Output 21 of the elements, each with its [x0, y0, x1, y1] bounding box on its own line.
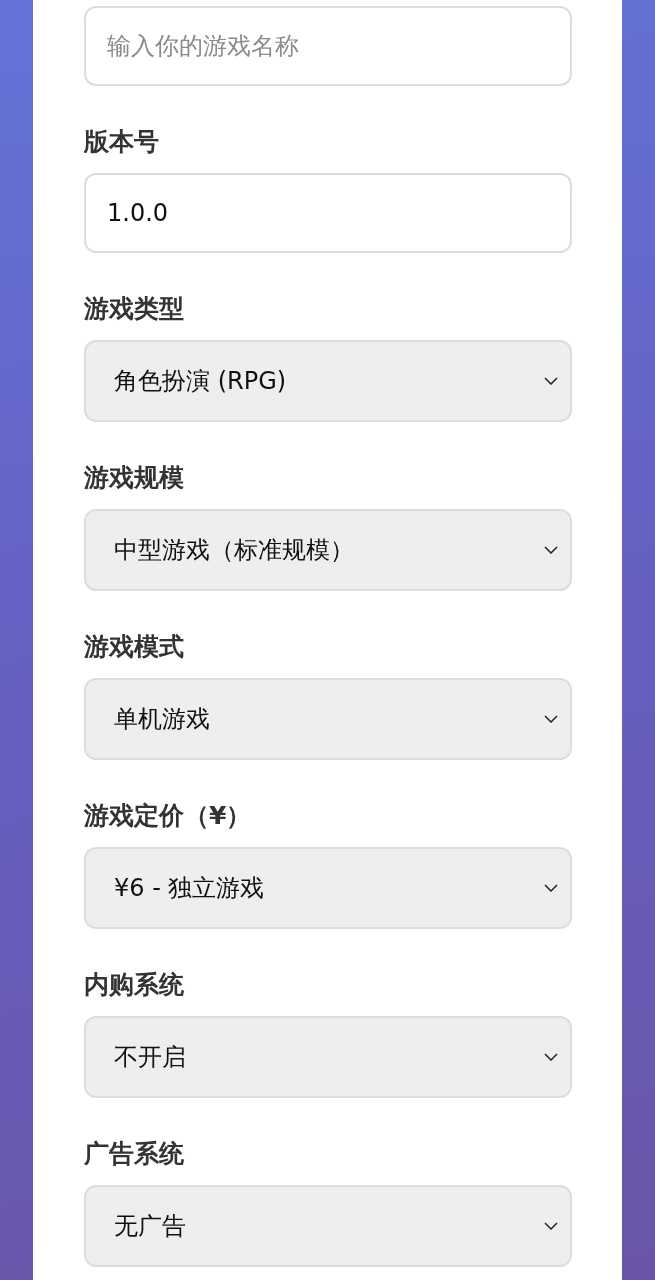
text-input[interactable]: 输入你的游戏名称 — [84, 6, 572, 86]
text-input[interactable]: 1.0.0 — [84, 173, 572, 253]
dropdown-select[interactable]: ¥6 - 独立游戏 — [84, 847, 572, 929]
chevron-down-icon — [544, 1053, 558, 1061]
chevron-down-icon — [544, 715, 558, 723]
field-label: 游戏定价（¥） — [84, 800, 252, 832]
dropdown-select[interactable]: 单机游戏 — [84, 678, 572, 760]
chevron-down-icon — [544, 377, 558, 385]
dropdown-select[interactable]: 无广告 — [84, 1185, 572, 1267]
field-label: 游戏模式 — [84, 631, 184, 663]
dropdown-select[interactable]: 中型游戏（标准规模） — [84, 509, 572, 591]
field-label: 游戏类型 — [84, 293, 184, 325]
chevron-down-icon — [544, 1222, 558, 1230]
field-label: 版本号 — [84, 126, 159, 158]
dropdown-select[interactable]: 角色扮演 (RPG) — [84, 340, 572, 422]
chevron-down-icon — [544, 546, 558, 554]
field-label: 内购系统 — [84, 969, 184, 1001]
field-label: 游戏规模 — [84, 462, 184, 494]
field-label: 广告系统 — [84, 1138, 184, 1170]
dropdown-select[interactable]: 不开启 — [84, 1016, 572, 1098]
chevron-down-icon — [544, 884, 558, 892]
